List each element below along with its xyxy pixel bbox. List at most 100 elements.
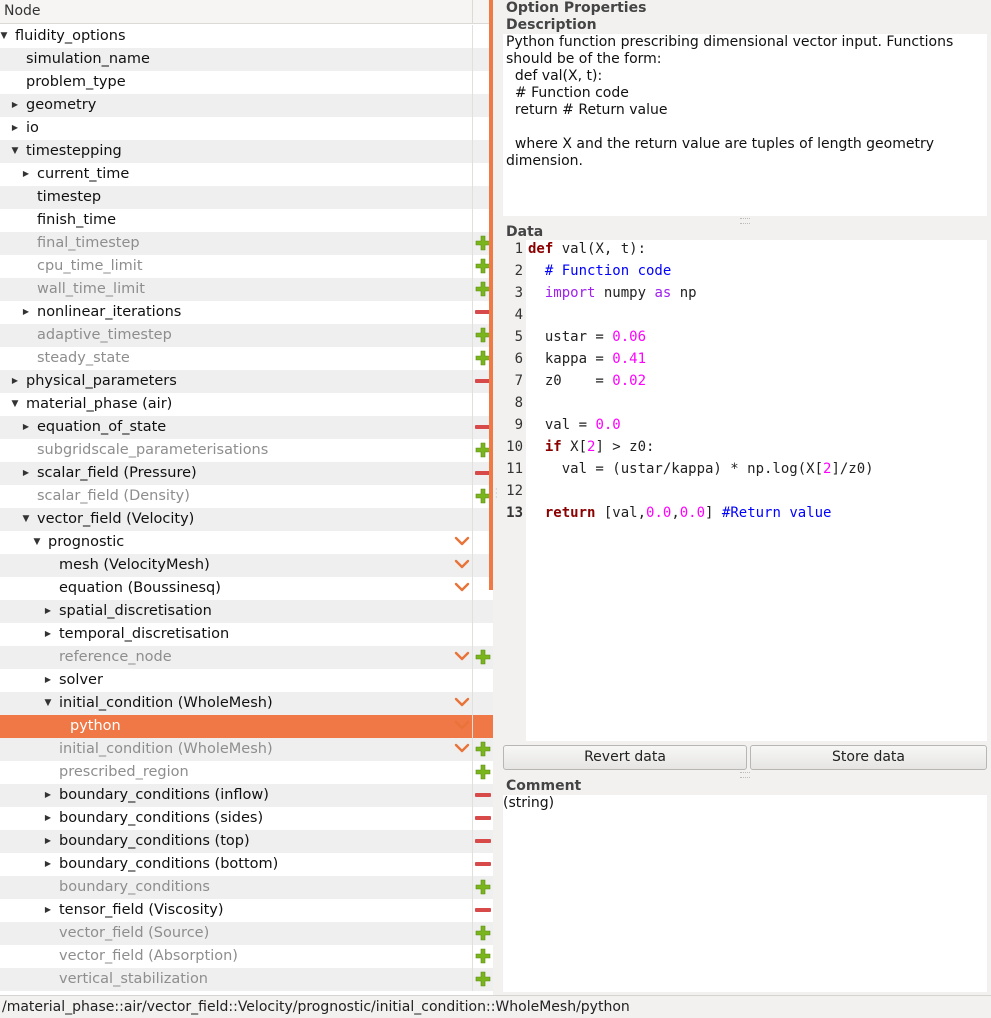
add-icon[interactable] (475, 971, 491, 987)
tree-row[interactable]: finish_time (0, 209, 493, 232)
splitter-grip-icon[interactable]: · · · (495, 486, 499, 502)
tree-row[interactable]: prescribed_region (0, 761, 493, 784)
comment-text[interactable]: (string) (503, 795, 554, 812)
collapsed-arrow-icon[interactable]: ▶ (20, 466, 32, 480)
choice-dropdown-icon[interactable] (454, 742, 470, 756)
code-text[interactable]: def val(X, t): (528, 241, 646, 257)
tree-row[interactable]: ▶ boundary_conditions (sides) (0, 807, 493, 830)
data-resize-grip[interactable] (740, 772, 750, 778)
code-text[interactable]: val = 0.0 (528, 417, 621, 433)
tree-row[interactable]: timestep (0, 186, 493, 209)
collapsed-arrow-icon[interactable]: ▶ (42, 857, 54, 871)
code-line[interactable]: 9 val = 0.0 (503, 416, 987, 438)
code-line[interactable]: 11 val = (ustar/kappa) * np.log(X[2]/z0) (503, 460, 987, 482)
code-text[interactable]: # Function code (528, 263, 671, 279)
tree-header[interactable]: Node (0, 0, 493, 24)
tree-row[interactable]: ▼ material_phase (air) (0, 393, 493, 416)
tree-row[interactable]: ▼ timestepping (0, 140, 493, 163)
tree-row[interactable]: ▶ scalar_field (Pressure) (0, 462, 493, 485)
remove-icon[interactable] (475, 816, 491, 820)
tree-row[interactable]: ▶ equation_of_state (0, 416, 493, 439)
choice-dropdown-icon[interactable] (454, 719, 470, 733)
expanded-arrow-icon[interactable]: ▼ (0, 29, 10, 43)
option-tree[interactable]: Node ▼ fluidity_options simulation_name pro… (0, 0, 493, 995)
add-icon[interactable] (475, 649, 491, 665)
code-line[interactable]: 12 (503, 482, 987, 504)
add-icon[interactable] (475, 741, 491, 757)
code-line[interactable]: 3 import numpy as np (503, 284, 987, 306)
comment-box[interactable]: (string) (503, 795, 987, 992)
choice-dropdown-icon[interactable] (454, 535, 470, 549)
tree-row[interactable]: ▼ vector_field (Velocity) (0, 508, 493, 531)
choice-dropdown-icon[interactable] (454, 696, 470, 710)
add-icon[interactable] (475, 879, 491, 895)
tree-row[interactable]: ▼ fluidity_options (0, 25, 493, 48)
tree-row[interactable]: equation (Boussinesq) (0, 577, 493, 600)
tree-row[interactable]: wall_time_limit (0, 278, 493, 301)
code-line[interactable]: 6 kappa = 0.41 (503, 350, 987, 372)
tree-row[interactable]: subgridscale_parameterisations (0, 439, 493, 462)
expanded-arrow-icon[interactable]: ▼ (9, 397, 21, 411)
code-line[interactable]: 13 return [val,0.0,0.0] #Return value (503, 504, 987, 526)
remove-icon[interactable] (475, 908, 491, 912)
choice-dropdown-icon[interactable] (454, 558, 470, 572)
code-editor[interactable]: 1 def val(X, t): 2 # Function code 3 import… (503, 240, 987, 741)
collapsed-arrow-icon[interactable]: ▶ (42, 811, 54, 825)
add-icon[interactable] (475, 764, 491, 780)
tree-row[interactable]: ▶ boundary_conditions (bottom) (0, 853, 493, 876)
collapsed-arrow-icon[interactable]: ▶ (42, 673, 54, 687)
code-line[interactable]: 5 ustar = 0.06 (503, 328, 987, 350)
add-icon[interactable] (475, 925, 491, 941)
code-text[interactable]: import numpy as np (528, 285, 697, 301)
tree-row[interactable]: ▶ boundary_conditions (top) (0, 830, 493, 853)
tree-row[interactable]: ▶ io (0, 117, 493, 140)
collapsed-arrow-icon[interactable]: ▶ (42, 604, 54, 618)
remove-icon[interactable] (475, 839, 491, 843)
code-text[interactable]: kappa = 0.41 (528, 351, 646, 367)
add-icon[interactable] (475, 948, 491, 964)
code-text[interactable]: val = (ustar/kappa) * np.log(X[2]/z0) (528, 461, 874, 477)
tree-row[interactable]: mesh (VelocityMesh) (0, 554, 493, 577)
tree-row[interactable]: ▶ physical_parameters (0, 370, 493, 393)
tree-row[interactable]: ▶ current_time (0, 163, 493, 186)
code-line[interactable]: 4 (503, 306, 987, 328)
column-header-node[interactable]: Node (4, 3, 41, 19)
tree-row[interactable]: boundary_conditions (0, 876, 493, 899)
code-line[interactable]: 10 if X[2] > z0: (503, 438, 987, 460)
description-resize-grip[interactable] (740, 218, 750, 224)
tree-row[interactable]: ▼ initial_condition (WholeMesh) (0, 692, 493, 715)
tree-row[interactable]: problem_type (0, 71, 493, 94)
expanded-arrow-icon[interactable]: ▼ (42, 696, 54, 710)
tree-row[interactable]: ▼ prognostic (0, 531, 493, 554)
tree-row[interactable]: reference_node (0, 646, 493, 669)
tree-row[interactable]: cpu_time_limit (0, 255, 493, 278)
collapsed-arrow-icon[interactable]: ▶ (20, 167, 32, 181)
code-text[interactable]: ustar = 0.06 (528, 329, 646, 345)
collapsed-arrow-icon[interactable]: ▶ (42, 788, 54, 802)
revert-data-button[interactable]: Revert data (503, 745, 747, 770)
code-line[interactable]: 2 # Function code (503, 262, 987, 284)
tree-row[interactable]: ▶ tensor_field (Viscosity) (0, 899, 493, 922)
tree-row[interactable]: python (0, 715, 493, 738)
collapsed-arrow-icon[interactable]: ▶ (42, 903, 54, 917)
expanded-arrow-icon[interactable]: ▼ (9, 144, 21, 158)
collapsed-arrow-icon[interactable]: ▶ (20, 305, 32, 319)
tree-row[interactable]: initial_condition (WholeMesh) (0, 738, 493, 761)
tree-row[interactable]: ▶ solver (0, 669, 493, 692)
collapsed-arrow-icon[interactable]: ▶ (20, 420, 32, 434)
tree-row[interactable]: ▶ boundary_conditions (inflow) (0, 784, 493, 807)
code-text[interactable]: if X[2] > z0: (528, 439, 655, 455)
tree-row[interactable]: ▶ geometry (0, 94, 493, 117)
choice-dropdown-icon[interactable] (454, 650, 470, 664)
tree-row[interactable]: final_timestep (0, 232, 493, 255)
tree-row[interactable]: adaptive_timestep (0, 324, 493, 347)
choice-dropdown-icon[interactable] (454, 581, 470, 595)
collapsed-arrow-icon[interactable]: ▶ (9, 98, 21, 112)
tree-row[interactable]: ▶ spatial_discretisation (0, 600, 493, 623)
store-data-button[interactable]: Store data (750, 745, 987, 770)
remove-icon[interactable] (475, 793, 491, 797)
remove-icon[interactable] (475, 862, 491, 866)
tree-row[interactable]: simulation_name (0, 48, 493, 71)
code-line[interactable]: 7 z0 = 0.02 (503, 372, 987, 394)
tree-row[interactable]: steady_state (0, 347, 493, 370)
